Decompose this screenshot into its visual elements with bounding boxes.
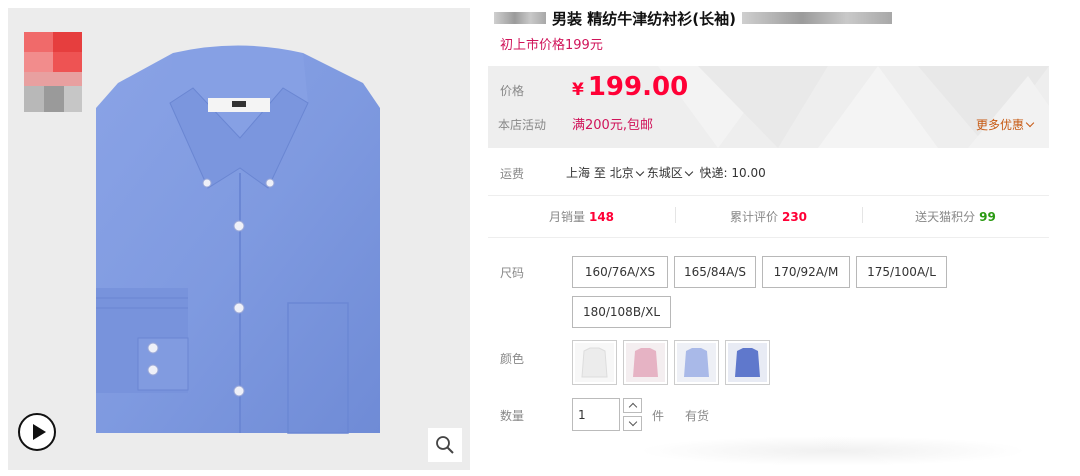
size-option[interactable]: 165/84A/S bbox=[674, 256, 756, 288]
chevron-down-icon bbox=[635, 167, 644, 177]
price-panel: 价格 ¥199.00 本店活动 满200元,包邮 更多优惠 bbox=[488, 66, 1049, 148]
title-row: 男装 精纺牛津纺衬衫(长袖) bbox=[494, 8, 892, 28]
color-label: 颜色 bbox=[500, 352, 525, 366]
color-swatch-white[interactable] bbox=[572, 340, 617, 385]
stat-label: 月销量 bbox=[548, 210, 585, 224]
stat-label: 累计评价 bbox=[729, 210, 778, 224]
product-subtitle: 初上市价格199元 bbox=[500, 38, 603, 53]
promotion-text: 满200元,包邮 bbox=[572, 118, 653, 133]
shipping-fee: 快递: 10.00 bbox=[699, 166, 766, 180]
quantity-label: 数量 bbox=[500, 409, 525, 423]
stock-status: 有货 bbox=[685, 409, 710, 423]
shipping-info: 上海 至 北京 东城区 快递: 10.00 bbox=[566, 164, 766, 181]
product-title: 男装 精纺牛津纺衬衫(长袖) bbox=[552, 9, 736, 28]
chevron-down-icon bbox=[684, 167, 693, 177]
magnifier-icon bbox=[436, 436, 454, 454]
district-select[interactable]: 东城区 bbox=[647, 166, 696, 180]
size-option[interactable]: 160/76A/XS bbox=[572, 256, 668, 288]
blurred-footer-area bbox=[638, 436, 1028, 466]
blurred-brand-text bbox=[494, 12, 546, 24]
chevron-down-icon bbox=[1025, 118, 1035, 128]
price-amount: 199.00 bbox=[587, 72, 689, 102]
shipping-row: 运费 上海 至 北京 东城区 快递: 10.00 bbox=[488, 148, 1049, 196]
stats-row: 月销量 148 累计评价 230 送天猫积分 99 bbox=[488, 196, 1049, 238]
zoom-button[interactable] bbox=[428, 428, 462, 462]
quantity-unit: 件 bbox=[652, 409, 665, 423]
size-option[interactable]: 180/108B/XL bbox=[572, 296, 671, 328]
color-swatch-pink[interactable] bbox=[623, 340, 668, 385]
stat-value: 230 bbox=[781, 210, 808, 224]
price-value: ¥199.00 bbox=[572, 72, 688, 102]
ship-from: 上海 bbox=[566, 166, 591, 180]
stat-value: 99 bbox=[979, 210, 996, 224]
city-label: 北京 bbox=[609, 166, 634, 180]
promotion-label: 本店活动 bbox=[498, 118, 547, 132]
more-discounts-link[interactable]: 更多优惠 bbox=[976, 116, 1037, 133]
brand-logo-mosaic bbox=[24, 32, 82, 112]
stat-tmall-points: 送天猫积分 99 bbox=[862, 207, 1049, 225]
shirt-thumbnail bbox=[575, 343, 614, 382]
shirt-thumbnail bbox=[728, 343, 767, 382]
district-label: 东城区 bbox=[646, 166, 683, 180]
shipping-label: 运费 bbox=[500, 167, 525, 181]
size-option[interactable]: 170/92A/M bbox=[762, 256, 850, 288]
currency-symbol: ¥ bbox=[572, 80, 584, 100]
quantity-input[interactable] bbox=[572, 398, 620, 431]
ship-to-word: 至 bbox=[593, 166, 606, 180]
shirt-thumbnail bbox=[677, 343, 716, 382]
price-label: 价格 bbox=[500, 84, 525, 98]
product-info-panel: 男装 精纺牛津纺衬衫(长袖) 初上市价格199元 价格 ¥199.00 本店活动… bbox=[488, 0, 1050, 476]
stat-total-reviews[interactable]: 累计评价 230 bbox=[675, 207, 862, 225]
color-swatch-light-blue[interactable] bbox=[674, 340, 719, 385]
stat-monthly-sales: 月销量 148 bbox=[488, 208, 675, 225]
quantity-increase-button[interactable] bbox=[623, 398, 642, 413]
blurred-title-text bbox=[741, 12, 892, 24]
city-select[interactable]: 北京 bbox=[610, 166, 647, 180]
stat-label: 送天猫积分 bbox=[915, 210, 976, 224]
shirt-thumbnail bbox=[626, 343, 665, 382]
size-label: 尺码 bbox=[500, 266, 525, 280]
stat-value: 148 bbox=[588, 210, 615, 224]
play-video-button[interactable] bbox=[18, 413, 56, 451]
size-option[interactable]: 175/100A/L bbox=[856, 256, 947, 288]
product-gallery bbox=[8, 8, 470, 470]
more-discounts-label: 更多优惠 bbox=[975, 118, 1024, 132]
color-swatch-blue[interactable] bbox=[725, 340, 770, 385]
quantity-decrease-button[interactable] bbox=[623, 416, 642, 431]
